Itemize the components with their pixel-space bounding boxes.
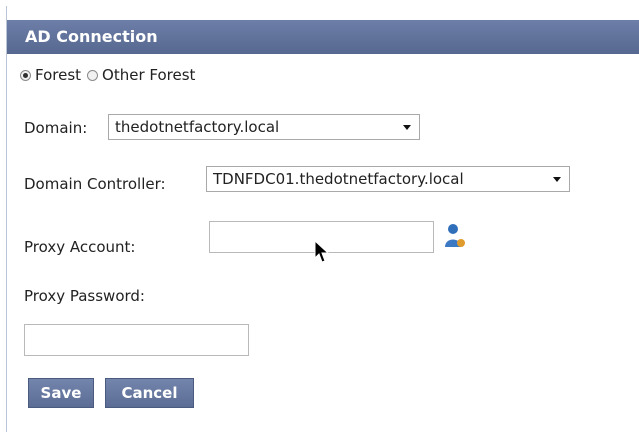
cancel-button[interactable]: Cancel	[105, 378, 194, 408]
other-forest-radio-label[interactable]: Other Forest	[102, 66, 195, 84]
domain-controller-label: Domain Controller:	[24, 175, 166, 193]
chevron-down-icon	[403, 125, 411, 130]
forest-radio[interactable]	[20, 69, 31, 81]
mouse-cursor-icon	[314, 239, 330, 268]
forest-radio-group: Forest Other Forest	[20, 66, 201, 84]
domain-controller-select-value: TDNFDC01.thedotnetfactory.local	[213, 170, 464, 188]
panel-title: AD Connection	[7, 20, 639, 54]
proxy-password-label: Proxy Password:	[24, 287, 145, 305]
proxy-account-label: Proxy Account:	[24, 238, 136, 256]
save-button[interactable]: Save	[28, 378, 94, 408]
forest-radio-label[interactable]: Forest	[35, 66, 81, 84]
domain-label: Domain:	[24, 119, 88, 137]
domain-select[interactable]: thedotnetfactory.local	[108, 114, 420, 140]
domain-controller-select[interactable]: TDNFDC01.thedotnetfactory.local	[206, 166, 570, 192]
user-lookup-icon[interactable]	[443, 223, 467, 253]
domain-select-value: thedotnetfactory.local	[115, 118, 280, 136]
chevron-down-icon	[553, 177, 561, 182]
proxy-password-input[interactable]	[24, 324, 249, 356]
other-forest-radio[interactable]	[87, 69, 99, 81]
